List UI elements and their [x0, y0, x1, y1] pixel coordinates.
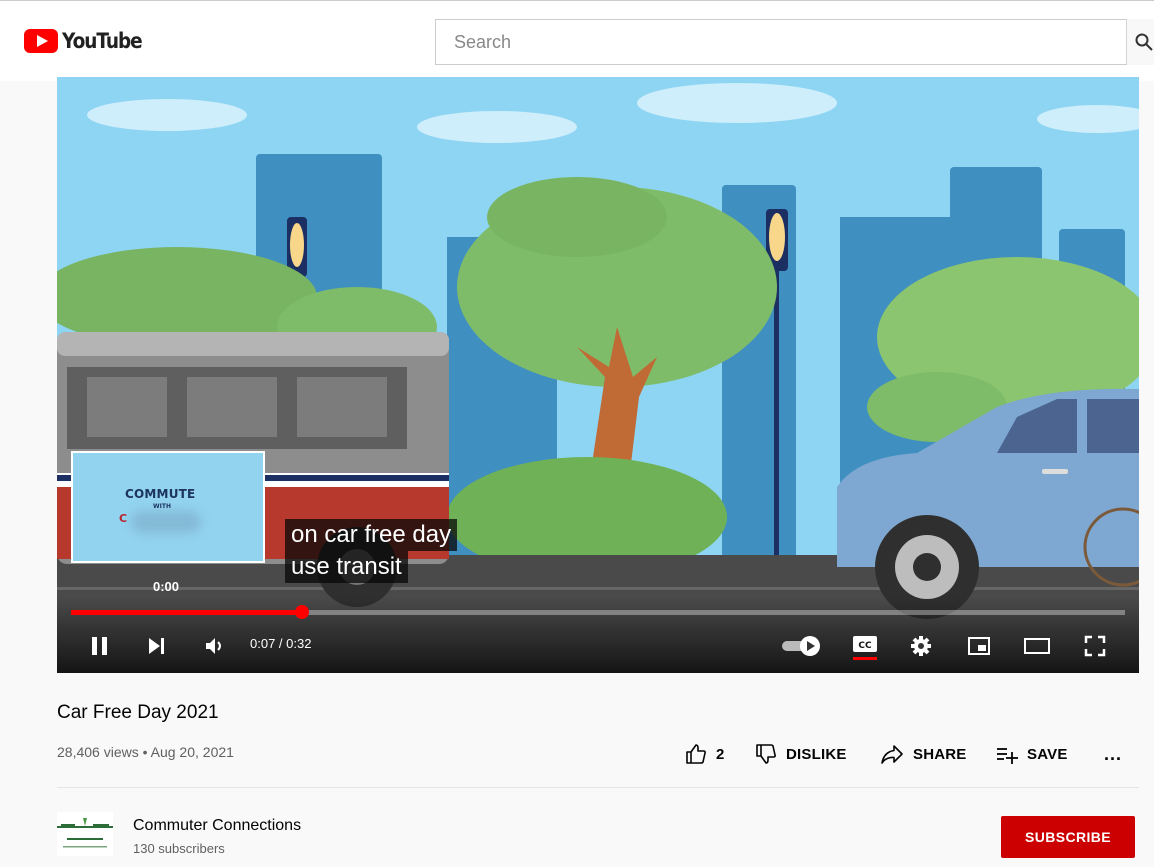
progress-played — [71, 610, 302, 615]
svg-text:CC: CC — [858, 641, 872, 651]
fullscreen-button[interactable] — [1077, 629, 1113, 663]
preview-blur — [131, 511, 201, 533]
save-button[interactable]: SAVE — [995, 740, 1068, 768]
volume-icon — [206, 638, 221, 654]
scrubber-handle[interactable] — [294, 605, 309, 619]
pause-button[interactable] — [83, 629, 117, 663]
seek-preview-thumbnail: COMMUTE WITH C — [71, 451, 265, 563]
caption-line: on car free day — [285, 519, 458, 551]
search-input[interactable] — [452, 31, 1056, 54]
settings-icon — [911, 636, 931, 656]
save-label: SAVE — [1027, 745, 1068, 763]
pause-icon — [92, 637, 107, 655]
fullscreen-icon — [1084, 635, 1106, 657]
autoplay-toggle[interactable] — [779, 629, 825, 663]
dislike-label: DISLIKE — [786, 745, 847, 763]
cc-icon: CC — [853, 636, 877, 660]
theater-icon — [1024, 638, 1050, 654]
settings-button[interactable] — [904, 629, 938, 663]
share-label: SHARE — [913, 745, 967, 763]
video-player[interactable]: COMMUTE WITH C 0:00 on car free day use … — [57, 77, 1139, 673]
search-box[interactable] — [435, 19, 1154, 65]
preview-title: COMMUTE — [125, 487, 196, 501]
more-actions-button[interactable]: ... — [1104, 740, 1122, 768]
next-icon — [149, 638, 164, 654]
autoplay-toggle-icon — [782, 636, 820, 656]
video-title: Car Free Day 2021 — [57, 702, 219, 723]
next-button[interactable] — [141, 629, 171, 663]
video-frame — [57, 77, 1139, 673]
preview-letter: C — [119, 512, 128, 525]
caption-line: use transit — [285, 551, 408, 583]
search-button[interactable] — [1126, 19, 1154, 65]
video-meta: 28,406 views • Aug 20, 2021 — [57, 744, 234, 760]
youtube-play-icon — [24, 29, 58, 53]
progress-bar[interactable] — [71, 605, 1125, 619]
add-to-playlist-icon — [997, 748, 1018, 764]
miniplayer-icon — [968, 637, 990, 655]
volume-button[interactable] — [198, 629, 232, 663]
channel-logo-icon — [57, 818, 113, 848]
subscriber-count: 130 subscribers — [133, 841, 225, 856]
time-display: 0:07 / 0:32 — [250, 636, 312, 651]
closed-captions: on car free day use transit — [285, 519, 458, 583]
miniplayer-button[interactable] — [961, 629, 997, 663]
youtube-logo[interactable]: YouTube — [24, 29, 153, 53]
channel-name[interactable]: Commuter Connections — [133, 817, 301, 835]
share-button[interactable]: SHARE — [879, 740, 967, 768]
thumbs-up-icon — [686, 744, 706, 764]
like-button[interactable]: 2 — [684, 740, 725, 768]
more-icon: ... — [1104, 743, 1123, 764]
like-count: 2 — [716, 745, 725, 763]
logo-text: YouTube — [62, 29, 143, 53]
subtitles-button[interactable]: CC — [847, 629, 883, 663]
theater-mode-button[interactable] — [1019, 629, 1055, 663]
preview-time: 0:00 — [153, 579, 180, 594]
channel-avatar[interactable] — [57, 812, 113, 856]
preview-small-text: WITH — [153, 503, 171, 510]
search-icon — [1135, 33, 1153, 51]
dislike-button[interactable]: DISLIKE — [754, 740, 847, 768]
divider — [57, 787, 1139, 788]
share-icon — [881, 745, 903, 764]
top-bar: YouTube — [0, 0, 1154, 81]
subscribe-button[interactable]: SUBSCRIBE — [1001, 816, 1135, 858]
thumbs-down-icon — [756, 744, 776, 764]
